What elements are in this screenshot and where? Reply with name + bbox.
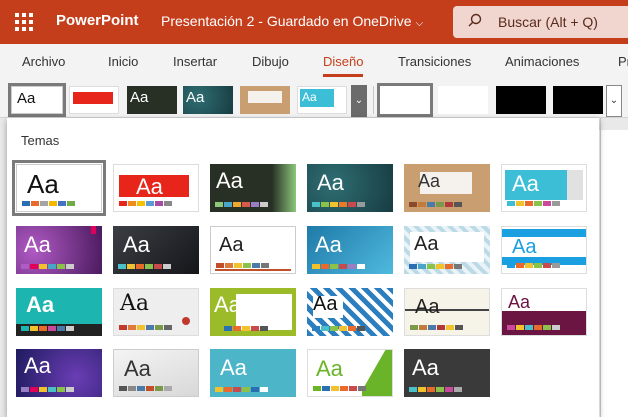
- theme-aqua[interactable]: Aa: [501, 164, 587, 212]
- ribbon-design-strip: Aa Aa Aa Aa ⌄ ⌄: [0, 80, 628, 118]
- ribbon-tabs: Archivo Inicio Insertar Dibujo Diseño Tr…: [0, 44, 628, 80]
- tab-transiciones[interactable]: Transiciones: [398, 54, 471, 69]
- document-title-text: Presentación 2 - Guardado en OneDrive: [161, 13, 412, 29]
- theme-label: Aa: [24, 353, 51, 378]
- theme-lime[interactable]: Aa: [210, 288, 296, 336]
- ribbon-theme-thumb[interactable]: Aa: [8, 83, 66, 117]
- theme-plain[interactable]: Aa: [210, 226, 296, 274]
- theme-label: Aa: [508, 292, 531, 312]
- theme-office[interactable]: Aa: [12, 160, 106, 216]
- tab-insertar[interactable]: Insertar: [173, 54, 217, 69]
- theme-purple[interactable]: Aa: [16, 226, 102, 274]
- ribbon-divider: [373, 86, 374, 114]
- theme-charcoal[interactable]: Aa: [404, 349, 490, 397]
- document-title[interactable]: Presentación 2 - Guardado en OneDrive ⌵: [161, 13, 423, 29]
- theme-label: Aa: [418, 171, 441, 191]
- ribbon-theme-label: Aa: [17, 90, 36, 107]
- chevron-down-icon: ⌵: [415, 18, 424, 29]
- theme-label: Aa: [415, 296, 440, 318]
- theme-label: Aa: [219, 234, 244, 256]
- theme-label: Aa: [412, 355, 439, 380]
- theme-green[interactable]: Aa: [307, 349, 393, 397]
- search-box[interactable]: Buscar (Alt + Q): [453, 6, 628, 38]
- theme-gallery-expand-button[interactable]: ⌄: [351, 85, 367, 117]
- theme-label: Aa: [26, 292, 55, 317]
- tab-presentacion[interactable]: Pr: [618, 54, 628, 69]
- theme-label: Aa: [120, 291, 150, 316]
- theme-red[interactable]: Aa: [113, 164, 199, 212]
- theme-silver[interactable]: Aa: [113, 349, 199, 397]
- theme-violet[interactable]: Aa: [16, 349, 102, 397]
- theme-label: Aa: [315, 232, 342, 257]
- title-bar: PowerPoint Presentación 2 - Guardado en …: [0, 0, 628, 44]
- theme-label: Aa: [27, 169, 59, 199]
- ribbon-theme-thumb[interactable]: [240, 86, 290, 114]
- theme-mosaic[interactable]: Aa: [307, 288, 393, 336]
- app-name[interactable]: PowerPoint: [56, 12, 139, 29]
- theme-label: Aa: [317, 170, 344, 195]
- theme-label: Aa: [220, 355, 247, 380]
- theme-label: Aa: [24, 232, 51, 257]
- panel-title: Temas: [21, 133, 60, 148]
- theme-wood[interactable]: Aa: [404, 164, 490, 212]
- theme-cream[interactable]: Aa: [404, 288, 490, 336]
- theme-label: Aa: [214, 292, 241, 317]
- ribbon-variant-thumb[interactable]: [553, 86, 603, 114]
- theme-teal[interactable]: Aa: [307, 164, 393, 212]
- search-placeholder: Buscar (Alt + Q): [498, 14, 598, 30]
- theme-slate[interactable]: Aa: [113, 226, 199, 274]
- theme-cyan[interactable]: Aa: [16, 288, 102, 336]
- variants-expand-button[interactable]: ⌄: [606, 85, 622, 117]
- themes-dropdown-panel: Temas Aa Aa Aa Aa Aa Aa Aa Aa Aa Aa Aa A…: [7, 118, 599, 417]
- ribbon-variant-thumb[interactable]: [438, 86, 488, 114]
- ribbon-theme-label: Aa: [130, 89, 149, 106]
- theme-dark-green[interactable]: Aa: [210, 164, 296, 212]
- ribbon-theme-thumb[interactable]: Aa: [127, 86, 177, 114]
- theme-stripe[interactable]: Aa: [501, 226, 587, 274]
- theme-label: Aa: [316, 356, 343, 381]
- theme-label: Aa: [123, 232, 150, 257]
- ribbon-variant-thumb[interactable]: [496, 86, 546, 114]
- ribbon-theme-label: Aa: [186, 89, 205, 106]
- ribbon-theme-thumb[interactable]: Aa: [297, 86, 347, 114]
- theme-label: Aa: [414, 233, 439, 255]
- theme-label: Aa: [136, 174, 163, 199]
- tab-archivo[interactable]: Archivo: [22, 54, 65, 69]
- theme-label: Aa: [313, 293, 338, 315]
- theme-label: Aa: [216, 168, 243, 193]
- theme-blue[interactable]: Aa: [307, 226, 393, 274]
- search-icon: [468, 13, 482, 27]
- ribbon-theme-label: Aa: [302, 90, 317, 104]
- ribbon-variant-thumb[interactable]: [377, 83, 433, 117]
- tab-diseno[interactable]: Diseño: [323, 54, 364, 77]
- theme-berry[interactable]: Aa: [501, 288, 587, 336]
- tab-inicio[interactable]: Inicio: [108, 54, 138, 69]
- divider: [600, 118, 601, 417]
- theme-label: Aa: [124, 356, 151, 381]
- theme-pattern[interactable]: Aa: [404, 226, 490, 274]
- tab-animaciones[interactable]: Animaciones: [505, 54, 579, 69]
- app-launcher-icon[interactable]: [15, 13, 33, 31]
- theme-label: Aa: [512, 236, 537, 258]
- ribbon-theme-thumb[interactable]: [69, 86, 119, 114]
- theme-paper[interactable]: Aa: [113, 288, 199, 336]
- theme-label: Aa: [512, 171, 539, 196]
- tab-dibujo[interactable]: Dibujo: [252, 54, 289, 69]
- theme-seafoam[interactable]: Aa: [210, 349, 296, 397]
- ribbon-theme-thumb[interactable]: Aa: [183, 86, 233, 114]
